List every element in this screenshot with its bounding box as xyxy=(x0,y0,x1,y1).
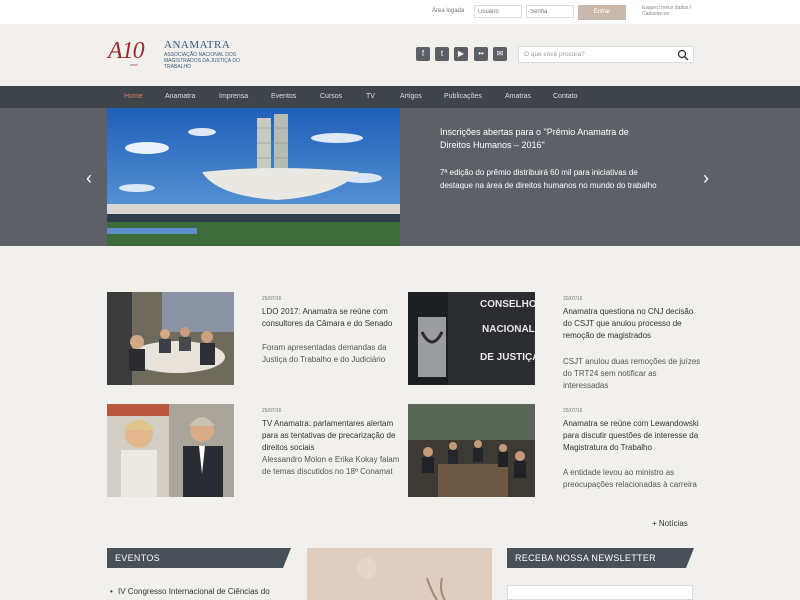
facebook-icon[interactable]: f xyxy=(416,47,430,61)
event-item[interactable]: IV Congresso Internacional de Ciências d… xyxy=(110,587,270,596)
news-image[interactable]: CONSELHO NACIONAL DE JUSTIÇA xyxy=(408,292,535,385)
svg-text:NACIONAL: NACIONAL xyxy=(482,324,535,335)
password-input[interactable] xyxy=(526,5,574,18)
news-title[interactable]: Anamatra se reúne com Lewandowski para d… xyxy=(563,418,701,454)
logo-name: ANAMATRA xyxy=(164,39,231,51)
svg-text:CONSELHO: CONSELHO xyxy=(480,299,535,310)
nav-cursos[interactable]: Cursos xyxy=(320,93,342,100)
news-image[interactable] xyxy=(107,292,234,385)
promo-image[interactable] xyxy=(307,548,492,600)
more-news-link[interactable]: + Notícias xyxy=(652,519,688,528)
slide-image[interactable] xyxy=(107,108,400,246)
nav-artigos[interactable]: Artigos xyxy=(400,93,422,100)
news-subtitle: Foram apresentadas demandas da Justiça d… xyxy=(262,343,387,364)
news-date: 25/07/16 xyxy=(262,296,282,302)
hero-slider: Inscrições abertas para o "Prêmio Anamat… xyxy=(0,108,800,246)
email-icon[interactable]: ✉ xyxy=(493,47,507,61)
newsletter-email-input[interactable] xyxy=(507,585,693,600)
logo-mark: A10 xyxy=(108,38,145,64)
news-subtitle: CSJT anulou duas remoções de juízes do T… xyxy=(563,357,701,390)
nav-tv[interactable]: TV xyxy=(366,93,375,100)
logo-mark-sub: anos xyxy=(130,62,138,67)
news-image[interactable] xyxy=(107,404,234,497)
flickr-icon[interactable]: •• xyxy=(474,47,488,61)
nav-publicacoes[interactable]: Publicações xyxy=(444,93,482,100)
twitter-icon[interactable]: t xyxy=(435,47,449,61)
svg-text:DE JUSTIÇA: DE JUSTIÇA xyxy=(480,352,535,363)
forgot-password-link[interactable]: Esqueci meus dados / Cadastre-se xyxy=(642,5,702,17)
events-heading: EVENTOS xyxy=(107,548,291,568)
nav-anamatra[interactable]: Anamatra xyxy=(165,93,195,100)
slide-text: 7ª edição do prêmio distribuirá 60 mil p… xyxy=(440,168,657,190)
news-title[interactable]: LDO 2017: Anamatra se reúne com consulto… xyxy=(262,306,400,330)
search-input[interactable]: O que você procura? xyxy=(518,46,694,63)
nav-contato[interactable]: Contato xyxy=(553,93,578,100)
nav-imprensa[interactable]: Imprensa xyxy=(219,93,248,100)
nav-home[interactable]: Home xyxy=(124,93,143,100)
news-title[interactable]: TV Anamatra: parlamentares alertam para … xyxy=(262,418,400,454)
news-date: 20/07/16 xyxy=(563,296,583,302)
slider-prev-icon[interactable]: ‹ xyxy=(86,168,92,189)
youtube-icon[interactable]: ▶ xyxy=(454,47,468,61)
login-bar: Área logada Entrar Esqueci meus dados / … xyxy=(0,0,800,24)
news-image[interactable] xyxy=(408,404,535,497)
login-label: Área logada xyxy=(432,8,465,14)
slide-title[interactable]: Inscrições abertas para o "Prêmio Anamat… xyxy=(440,126,660,152)
nav-eventos[interactable]: Eventos xyxy=(271,93,296,100)
news-subtitle: A entidade levou ao ministro as preocupa… xyxy=(563,468,697,489)
anamatra-logo[interactable]: A10 anos ANAMATRA Associação Nacional do… xyxy=(108,38,240,72)
news-date: 25/07/16 xyxy=(262,408,282,414)
nav-amatras[interactable]: Amatras xyxy=(505,93,531,100)
news-subtitle: Alessandro Molon e Erika Kokay falam de … xyxy=(262,455,400,476)
username-input[interactable] xyxy=(474,5,522,18)
newsletter-heading: RECEBA NOSSA NEWSLETTER xyxy=(507,548,694,568)
news-title[interactable]: Anamatra questiona no CNJ decisão do CSJ… xyxy=(563,306,701,342)
login-button[interactable]: Entrar xyxy=(578,5,626,20)
main-nav: Home Anamatra Imprensa Eventos Cursos TV… xyxy=(0,86,800,108)
news-date: 25/07/16 xyxy=(563,408,583,414)
search-placeholder: O que você procura? xyxy=(524,51,585,58)
search-icon[interactable] xyxy=(677,49,689,61)
site-header: A10 anos ANAMATRA Associação Nacional do… xyxy=(0,24,800,86)
logo-subtitle: Associação Nacional dos Magistrados da J… xyxy=(164,52,240,70)
slider-next-icon[interactable]: › xyxy=(703,168,709,189)
